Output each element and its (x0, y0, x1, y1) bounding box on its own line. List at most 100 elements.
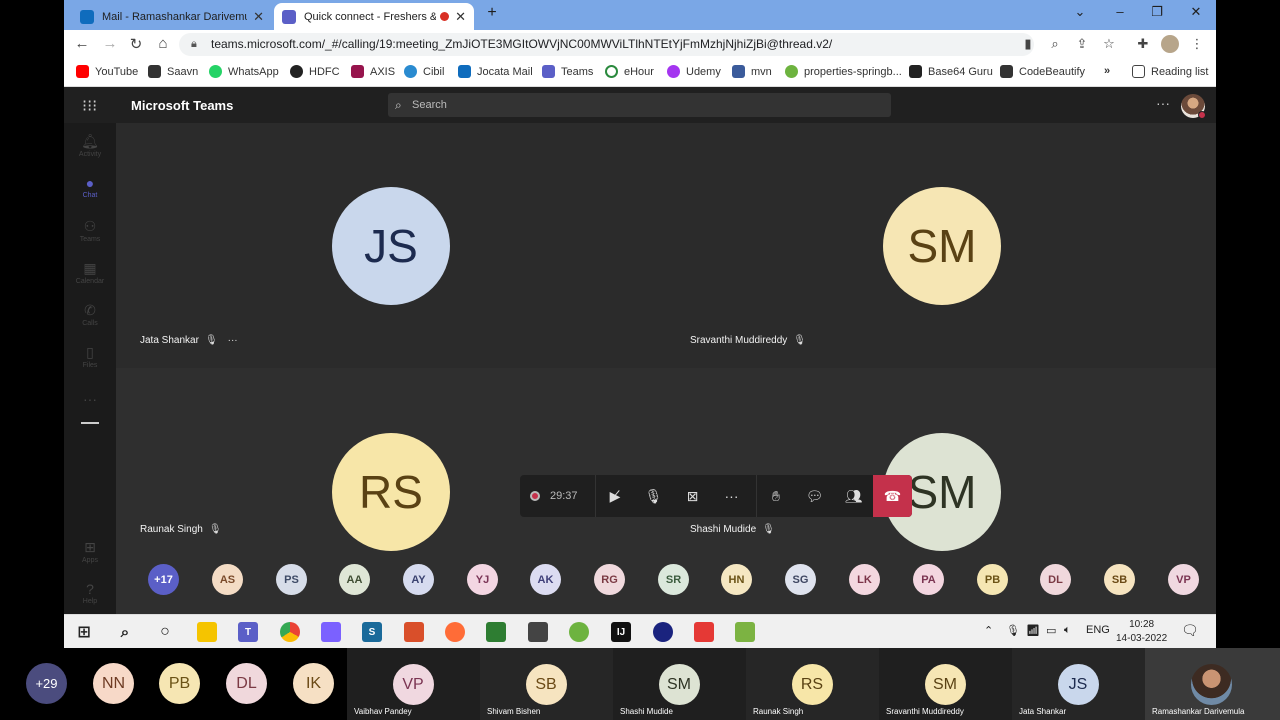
address-bar[interactable]: 🔒︎ teams.microsoft.com/_#/calling/19:mee… (179, 33, 1034, 56)
html-icon[interactable] (404, 622, 424, 642)
overflow-participants-badge[interactable]: +29 (26, 663, 67, 704)
clock[interactable]: 10:28 14-03-2022 (1116, 618, 1167, 646)
tab-mail[interactable]: Mail - Ramashankar Darivemula ✕ (72, 3, 272, 30)
participant-avatar-small[interactable]: PA (913, 564, 944, 595)
cortana-icon[interactable]: ○ (155, 622, 175, 642)
battery-icon[interactable]: ▭ (1046, 624, 1056, 637)
participant-avatar-small[interactable]: AY (403, 564, 434, 595)
user-avatar[interactable] (1181, 94, 1206, 119)
participant-avatar-small[interactable]: DL (1040, 564, 1071, 595)
postman-icon[interactable] (321, 622, 341, 642)
participant-avatar-small[interactable]: YJ (467, 564, 498, 595)
participant-avatar[interactable]: IK (293, 663, 334, 704)
hang-up-button[interactable]: ☎︎ (873, 475, 912, 517)
participant-avatar-small[interactable]: PS (276, 564, 307, 595)
menu-icon[interactable]: ⋮ (1189, 36, 1205, 52)
bookmark-saavn[interactable]: Saavn (148, 65, 198, 78)
restore-icon[interactable]: ❐ (1147, 4, 1167, 20)
zoom-icon[interactable]: ⌕ (1047, 36, 1063, 52)
bookmark-udemy[interactable]: Udemy (667, 65, 721, 78)
close-icon[interactable]: ✕ (455, 9, 466, 25)
bookmark-whatsapp[interactable]: WhatsApp (209, 65, 279, 78)
close-icon[interactable]: ✕ (253, 9, 264, 25)
teams-icon[interactable]: T (238, 622, 258, 642)
participant-avatar-small[interactable]: SG (785, 564, 816, 595)
home-icon[interactable]: ⌂ (154, 35, 172, 52)
more-actions-button[interactable]: ··· (712, 475, 751, 517)
app-launcher-icon[interactable]: ⁝⁝⁝ (82, 96, 97, 116)
paint-icon[interactable] (528, 622, 548, 642)
anydesk-icon[interactable] (694, 622, 714, 642)
participant-avatar-small[interactable]: AA (339, 564, 370, 595)
participant-avatar[interactable]: NN (93, 663, 134, 704)
bookmark-ehour[interactable]: eHour (605, 65, 654, 78)
file-explorer-icon[interactable] (197, 622, 217, 642)
bookmark-teams[interactable]: Teams (542, 65, 593, 78)
share-tray-button[interactable]: ⊠ (673, 475, 712, 517)
participant-avatar-small[interactable]: AS (212, 564, 243, 595)
bookmarks-overflow-icon[interactable]: » (1104, 65, 1110, 77)
participant-tile[interactable]: SM Sravanthi Muddireddy 🎙︎ (668, 123, 1216, 368)
bookmark-mvn[interactable]: mvn (732, 65, 772, 78)
rail-calls[interactable]: ✆ Calls (64, 302, 116, 327)
rail-calendar[interactable]: ▦ Calendar (64, 260, 116, 285)
rail-help[interactable]: ? Help (64, 581, 116, 605)
bookmark-cibil[interactable]: Cibil (404, 65, 444, 78)
camera-icon[interactable]: ▮ (1020, 36, 1036, 52)
reading-list[interactable]: Reading list (1132, 65, 1208, 78)
overflow-participants-badge[interactable]: +17 (148, 564, 179, 595)
window-close-icon[interactable]: ✕ (1186, 4, 1206, 20)
rail-files[interactable]: ▯ Files (64, 344, 116, 369)
participant-avatar-small[interactable]: SR (658, 564, 689, 595)
bookmark-base64-guru[interactable]: Base64 Guru (909, 65, 993, 78)
back-icon[interactable]: ← (73, 35, 91, 52)
rail-activity[interactable]: 🔔︎ Activity (64, 133, 116, 158)
bookmark-properties-spring[interactable]: properties-springb... (785, 65, 902, 78)
rail-more-icon[interactable]: ··· (64, 391, 116, 407)
participant-avatar-small[interactable]: PB (977, 564, 1008, 595)
participant-avatar[interactable]: PB (159, 663, 200, 704)
participant-avatar-small[interactable]: VP (1168, 564, 1199, 595)
eclipse-icon[interactable] (653, 622, 673, 642)
mic-button[interactable]: 🎙︎ (634, 475, 673, 517)
tab-search-icon[interactable]: ⌄ (1070, 4, 1090, 20)
reload-icon[interactable]: ↻ (127, 35, 145, 53)
search-input[interactable]: ⌕ Search (388, 93, 891, 117)
participant-avatar-small[interactable]: HN (721, 564, 752, 595)
tab-quick-connect[interactable]: Quick connect - Freshers & ✕ (274, 3, 474, 30)
postman-orange-icon[interactable] (445, 622, 465, 642)
language-indicator[interactable]: ENG (1086, 624, 1110, 636)
spring-icon[interactable] (569, 622, 589, 642)
participant-tile[interactable]: JS Jata Shankar 🎙︎ ··· (116, 123, 668, 368)
windows-start-icon[interactable]: ⊞ (74, 622, 94, 642)
wifi-icon[interactable]: 📶︎ (1026, 624, 1040, 637)
search-icon[interactable]: ⌕ (115, 622, 135, 642)
participant-avatar-small[interactable]: SB (1104, 564, 1135, 595)
chat-button[interactable]: 💬︎ (795, 475, 834, 517)
rail-teams[interactable]: ⚇ Teams (64, 218, 116, 243)
notifications-icon[interactable]: 🗨︎ (1181, 622, 1199, 639)
participant-avatar-small[interactable]: AK (530, 564, 561, 595)
chrome-icon[interactable] (280, 622, 300, 642)
rail-chat[interactable]: ● Chat (64, 175, 116, 199)
tray-mic-icon[interactable]: 🎙︎ (1006, 624, 1020, 637)
intellij-icon[interactable]: IJ (611, 622, 631, 642)
participant-avatar[interactable]: DL (226, 663, 267, 704)
participant-avatar-small[interactable]: RG (594, 564, 625, 595)
participants-button[interactable]: 👥︎ (834, 475, 873, 517)
participant-avatar-small[interactable]: LK (849, 564, 880, 595)
notepad-icon[interactable] (735, 622, 755, 642)
more-icon[interactable]: ··· (228, 335, 238, 346)
minimize-icon[interactable]: – (1110, 4, 1130, 19)
new-tab-icon[interactable]: + (482, 4, 502, 22)
extensions-icon[interactable]: ✚ (1135, 36, 1151, 52)
more-options-icon[interactable]: ··· (1156, 95, 1170, 111)
bookmark-youtube[interactable]: YouTube (76, 65, 138, 78)
tray-chevron-icon[interactable]: ⌃ (984, 624, 993, 637)
network-icon[interactable] (486, 622, 506, 642)
forward-icon[interactable]: → (101, 35, 119, 52)
bookmark-hdfc[interactable]: HDFC (290, 65, 340, 78)
bookmark-jocata-mail[interactable]: Jocata Mail (458, 65, 533, 78)
raise-hand-button[interactable]: ✋︎ (756, 475, 795, 517)
sts-icon[interactable]: S (362, 622, 382, 642)
